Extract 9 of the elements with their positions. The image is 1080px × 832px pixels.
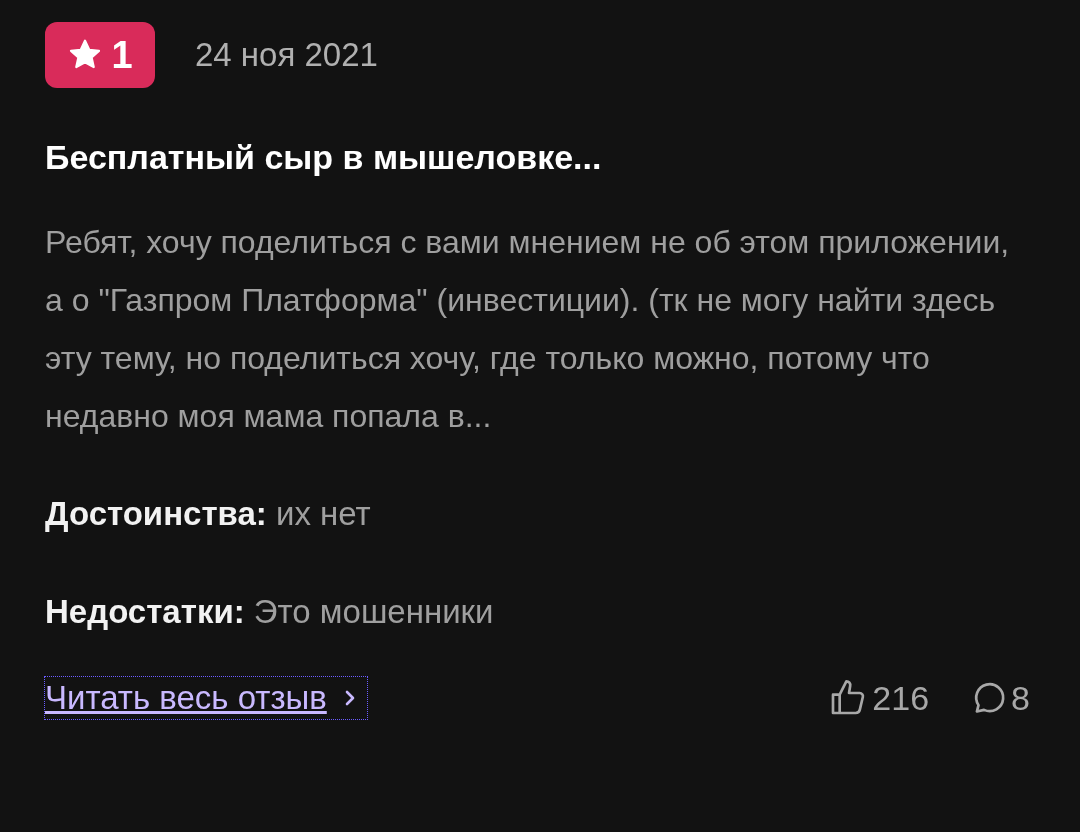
comments-button[interactable]: 8: [969, 678, 1030, 718]
review-detail: Достоинства: их нет: [45, 494, 372, 534]
review-title: Бесплатный сыр в мышеловке...: [45, 138, 603, 177]
like-button[interactable]: 216: [828, 678, 930, 718]
rating-value: 1: [111, 33, 133, 77]
read-more-link[interactable]: Читать весь отзыв: [45, 677, 367, 719]
review-date: 24 ноя 2021: [195, 36, 378, 74]
review-detail: Недостатки: Это мошенники: [45, 592, 495, 632]
review-text: Ребят, хочу поделиться с вами мнением не об этом приложении, а о "Газпром Платформа" (инвестиции). (тк не могу найти здесь эту тему, но поделиться хочу, где только можно, потому что недавно моя мама попала в...: [45, 223, 1011, 436]
